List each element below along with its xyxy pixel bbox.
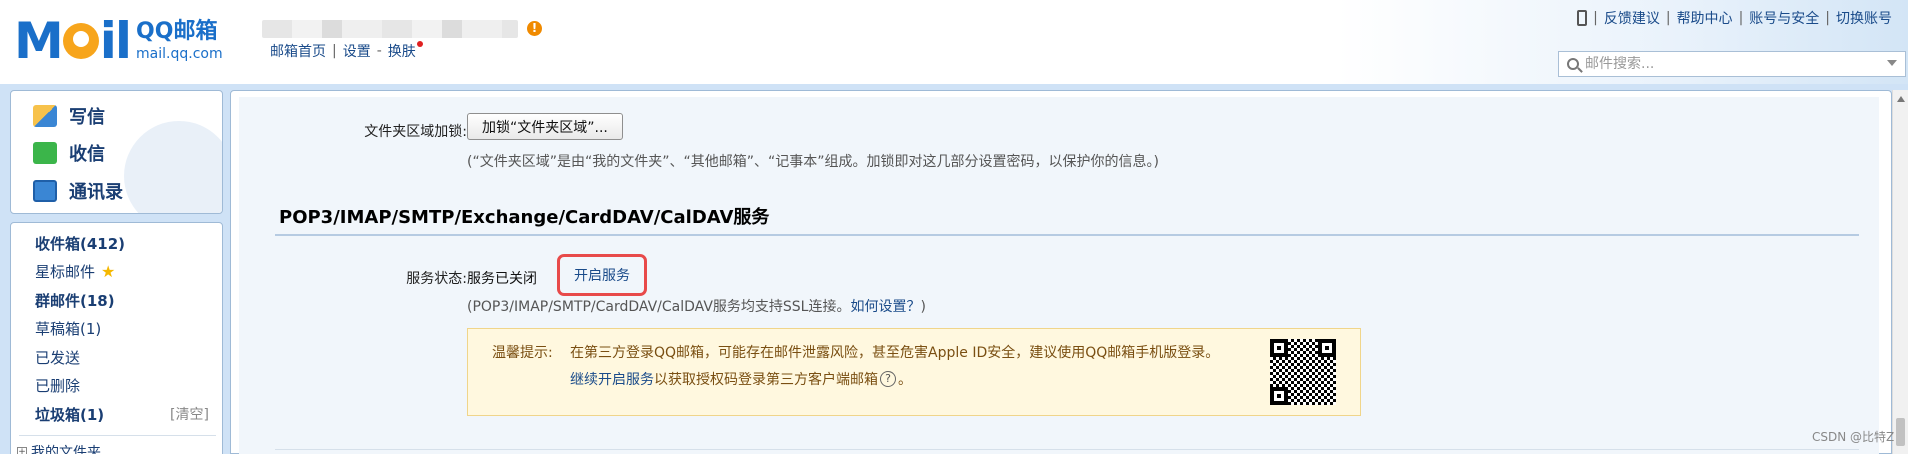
folder-my-folders[interactable]: + 我的文件夹 [17,442,101,454]
warning-icon[interactable]: ! [527,21,542,36]
divider [19,435,216,436]
enable-service-link[interactable]: 开启服务 [557,254,647,296]
ssl-note-text: (POP3/IMAP/SMTP/CardDAV/CalDAV服务均支持SSL连接… [467,299,851,315]
mail-search-box[interactable] [1558,51,1906,77]
separator: | [1825,10,1830,26]
service-status-label: 服务状态: [406,271,467,287]
change-skin-link[interactable]: 换肤 [387,41,423,61]
account-security-link[interactable]: 账号与安全 [1749,8,1819,28]
qq-penguin-watermark [124,121,222,213]
ssl-note-end: ) [920,299,926,315]
compose-label: 写信 [69,107,105,128]
header-bar: Mil QQ邮箱 mail.qq.com ! 邮箱首页 | 设置 - 换肤 | … [0,0,1908,84]
separator: | [1593,10,1598,26]
vertical-scrollbar[interactable] [1892,90,1908,454]
compose-button[interactable]: 写信 [33,103,105,129]
contacts-button[interactable]: 通讯录 [33,178,123,204]
logo-domain: mail.qq.com [136,46,223,62]
separator: | [1665,10,1671,26]
help-center-link[interactable]: 帮助中心 [1677,8,1733,28]
tip-label: 温馨提示: [492,345,553,361]
expand-icon[interactable]: + [17,447,27,454]
section-divider [275,234,1859,236]
settings-content: 文件夹区域加锁: 加锁“文件夹区域”... (“文件夹区域”是由“我的文件夹”、… [239,97,1879,454]
star-icon: ★ [101,262,116,281]
receive-button[interactable]: 收信 [33,140,105,166]
settings-main-panel: 文件夹区域加锁: 加锁“文件夹区域”... (“文件夹区域”是由“我的文件夹”、… [230,90,1892,454]
folder-group-mail[interactable]: 群邮件(18) [35,290,115,311]
folder-lock-label: 文件夹区域加锁: [364,124,467,140]
scrollbar-thumb[interactable] [1896,418,1905,446]
section-title: POP3/IMAP/SMTP/Exchange/CardDAV/CalDAV服务 [279,207,770,228]
ssl-note: (POP3/IMAP/SMTP/CardDAV/CalDAV服务均支持SSL连接… [467,296,926,316]
feedback-link[interactable]: 反馈建议 [1604,8,1660,28]
empty-junk-link[interactable]: [清空] [170,404,209,424]
logo-moil: Mil [14,12,132,70]
logo-title: QQ邮箱 [136,19,218,44]
divider [275,449,1859,450]
folder-deleted[interactable]: 已删除 [35,375,80,396]
logo-o-icon [62,22,99,59]
how-to-setup-link[interactable]: 如何设置？ [850,299,920,315]
csdn-watermark: CSDN @比特Z [1812,430,1895,444]
warm-tip-box: 温馨提示: 在第三方登录QQ邮箱，可能存在邮件泄露风险，甚至危害Apple ID… [467,328,1361,416]
contacts-label: 通讯录 [69,182,123,203]
contacts-card-icon [33,180,57,202]
tip-text: 在第三方登录QQ邮箱，可能存在邮件泄露风险，甚至危害Apple ID安全，建议使… [570,345,1220,361]
top-right-links: | 反馈建议 | 帮助中心 | 账号与安全 | 切换账号 [1577,8,1892,28]
mail-search-input[interactable] [1585,56,1875,72]
separator: | [1738,10,1744,26]
chevron-down-icon[interactable] [1887,60,1897,66]
separator: | [332,43,337,59]
qr-finder [1318,339,1336,357]
lock-folder-area-button[interactable]: 加锁“文件夹区域”... [467,113,623,140]
folder-lock-description: (“文件夹区域”是由“我的文件夹”、“其他邮箱”、“记事本”组成。加锁即对这几部… [467,154,1159,170]
qr-finder [1270,339,1288,357]
folder-starred-label: 星标邮件 [35,263,96,281]
receive-label: 收信 [69,144,105,165]
help-question-icon[interactable]: ? [880,371,896,387]
tip-end: 。 [898,372,912,388]
compose-icon [33,105,57,127]
tip-continue-text: 以获取授权码登录第三方客户端邮箱 [654,372,878,388]
settings-link[interactable]: 设置 [343,41,371,61]
tip-continue-line: 继续开启服务 以获取授权码登录第三方客户端邮箱 ? 。 [570,369,912,389]
switch-account-link[interactable]: 切换账号 [1836,8,1892,28]
quick-actions-panel: 写信 收信 通讯录 [10,90,223,214]
change-skin-label: 换肤 [387,44,416,60]
folder-junk[interactable]: 垃圾箱(1) [35,404,104,425]
inbox-download-icon [33,142,57,164]
logo-text: QQ邮箱 mail.qq.com [136,19,223,63]
folder-starred[interactable]: 星标邮件 ★ [35,261,115,282]
folder-inbox[interactable]: 收件箱(412) [35,233,125,254]
folder-drafts[interactable]: 草稿箱(1) [35,318,101,339]
continue-enable-link[interactable]: 继续开启服务 [570,369,654,389]
header-nav: 邮箱首页 | 设置 - 换肤 [270,41,423,61]
qqmail-logo[interactable]: Mil QQ邮箱 mail.qq.com [14,16,223,66]
my-folders-label: 我的文件夹 [31,445,101,454]
blurred-account-name [262,20,518,38]
scroll-up-arrow-icon[interactable] [1897,96,1905,102]
mailbox-home-link[interactable]: 邮箱首页 [270,41,326,61]
separator: - [376,43,382,59]
service-status-value: 服务已关闭 [467,271,537,287]
folder-sent[interactable]: 已发送 [35,347,80,368]
qr-finder [1270,387,1288,405]
mobile-phone-icon[interactable] [1577,10,1588,26]
new-dot-icon [416,41,423,47]
folder-list: 收件箱(412) 星标邮件 ★ 群邮件(18) 草稿箱(1) 已发送 已删除 垃… [10,222,223,454]
search-icon [1567,58,1579,70]
qr-code-icon [1270,339,1336,405]
